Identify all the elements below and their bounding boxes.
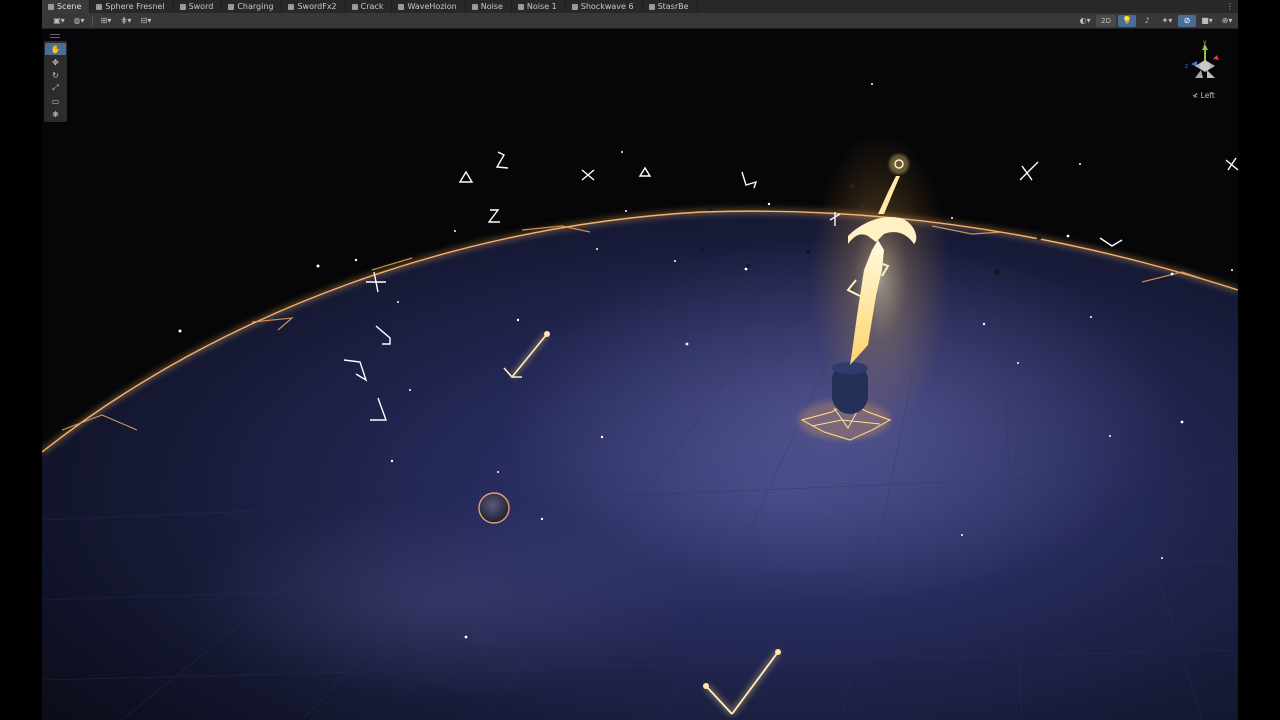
tab-swordfx2[interactable]: SwordFx2 <box>282 0 346 13</box>
draw-mode-icon[interactable]: ▣▾ <box>50 15 68 27</box>
tab-icon <box>571 3 578 10</box>
tab-shockwave-6[interactable]: Shockwave 6 <box>566 0 643 13</box>
grid-snap-icon[interactable]: ⊞▾ <box>97 15 115 27</box>
tab-scene[interactable]: Scene <box>42 0 91 13</box>
tab-icon <box>96 3 103 10</box>
tab-charging[interactable]: Charging <box>222 0 283 13</box>
letterbox-left <box>0 0 42 720</box>
camera-icon[interactable]: ■▾ <box>1198 15 1216 27</box>
shading-mode-icon[interactable]: ◐▾ <box>1076 15 1094 27</box>
view-orientation-label[interactable]: ≮ Left <box>1192 91 1215 100</box>
orb-sphere[interactable] <box>478 492 510 524</box>
tab-icon <box>517 3 524 10</box>
effects-icon[interactable]: ✦▾ <box>1158 15 1176 27</box>
tab-label: WaveHozion <box>407 2 457 11</box>
tab-icon <box>228 3 235 10</box>
scene-render[interactable] <box>42 0 1238 720</box>
rotate-tool[interactable]: ↻ <box>45 69 66 81</box>
tab-label: StasrBe <box>657 2 689 11</box>
tab-label: Sword <box>188 2 214 11</box>
tab-noise-1[interactable]: Noise 1 <box>512 0 566 13</box>
align-icon[interactable]: ⊟▾ <box>137 15 155 27</box>
z-axis-label: z <box>1185 63 1188 70</box>
tab-icon <box>351 3 358 10</box>
toolbar-right-group: ◐▾ 2D 💡 ♪ ✦▾ ⊘ ■▾ ⊕▾ <box>1076 14 1236 27</box>
transform-tool[interactable]: ❋ <box>45 108 66 120</box>
y-axis-label: y <box>1203 39 1207 46</box>
snap-increment-icon[interactable]: ⋕▾ <box>117 15 135 27</box>
letterbox-right <box>1238 0 1280 720</box>
gizmos-icon[interactable]: ⊕▾ <box>1218 15 1236 27</box>
move-tool[interactable]: ✥ <box>45 56 66 68</box>
tool-palette-grip[interactable] <box>50 34 60 38</box>
tab-noise[interactable]: Noise <box>466 0 512 13</box>
scale-tool[interactable]: ⤢ <box>45 82 66 94</box>
tab-label: Shockwave 6 <box>580 2 634 11</box>
globe-icon[interactable]: ◍▾ <box>70 15 88 27</box>
hand-tool[interactable]: ✋ <box>45 43 66 55</box>
tab-label: Noise <box>480 2 503 11</box>
toolbar-left-group: ▣▾ ◍▾ ⊞▾ ⋕▾ ⊟▾ <box>50 14 155 27</box>
more-vert-icon[interactable]: ⋮ <box>1226 2 1238 11</box>
tab-label: SwordFx2 <box>297 2 337 11</box>
tab-stasrbe[interactable]: StasrBe <box>643 0 698 13</box>
tab-label: Charging <box>237 2 274 11</box>
tab-label: Noise 1 <box>526 2 557 11</box>
mode-2d-button[interactable]: 2D <box>1096 14 1116 27</box>
rect-tool[interactable]: ▭ <box>45 95 66 107</box>
tab-icon <box>471 3 478 10</box>
scene-toolbar: ▣▾ ◍▾ ⊞▾ ⋕▾ ⊟▾ ◐▾ 2D 💡 ♪ ✦▾ ⊘ ■▾ ⊕▾ <box>42 13 1238 29</box>
tab-icon <box>179 3 186 10</box>
tab-sword[interactable]: Sword <box>174 0 223 13</box>
tab-label: Crack <box>360 2 384 11</box>
tab-crack[interactable]: Crack <box>346 0 393 13</box>
lighting-toggle-icon[interactable]: 💡 <box>1118 14 1136 27</box>
x-axis-cone[interactable] <box>1213 55 1219 60</box>
tab-label: Sphere Fresnel <box>105 2 165 11</box>
audio-toggle-icon[interactable]: ♪ <box>1138 15 1156 27</box>
tab-icon <box>48 3 54 10</box>
tab-sphere-fresnel[interactable]: Sphere Fresnel <box>90 0 174 13</box>
hidden-objects-icon[interactable]: ⊘ <box>1178 14 1196 27</box>
tab-icon <box>288 3 295 10</box>
scene-view[interactable]: Scene Sphere Fresnel Sword Charging SwordFx2… <box>42 0 1238 720</box>
tab-icon <box>398 3 405 10</box>
scene-tab-bar: Scene Sphere Fresnel Sword Charging SwordFx2… <box>42 0 1238 13</box>
tool-palette: ✋ ✥ ↻ ⤢ ▭ ❋ <box>44 41 67 122</box>
tab-icon <box>648 3 655 10</box>
tab-label: Scene <box>57 2 82 11</box>
tab-wavehozion[interactable]: WaveHozion <box>392 0 466 13</box>
